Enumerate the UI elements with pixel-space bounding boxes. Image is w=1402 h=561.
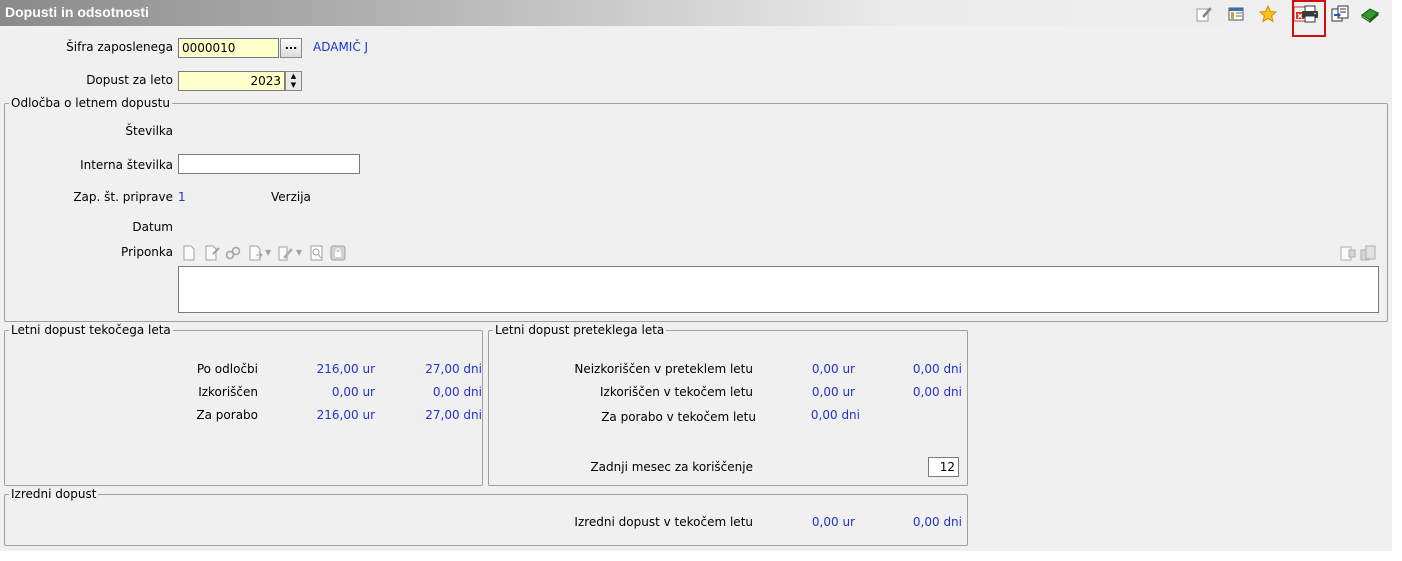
extra-leave-legend: Izredni dopust — [9, 487, 99, 501]
unused-days: 0,00 dni — [912, 362, 962, 376]
internal-number-input[interactable] — [178, 154, 360, 174]
star-icon[interactable] — [1258, 4, 1278, 24]
extra-days: 0,00 dni — [912, 515, 962, 529]
za-porabo-days: 27,00 dni — [425, 408, 482, 422]
po-odlocbi-label: Po odločbi — [196, 362, 258, 376]
spin-up-icon[interactable]: ▲ — [286, 72, 301, 81]
po-odlocbi-hours: 216,00 ur — [316, 362, 375, 376]
year-label: Dopust za leto — [86, 73, 173, 87]
used-hours: 0,00 ur — [811, 385, 855, 399]
browse-button[interactable]: ... — [280, 38, 302, 58]
avail-days: 0,00 dni — [810, 408, 860, 422]
version-label: Verzija — [271, 190, 311, 204]
extra-label: Izredni dopust v tekočem letu — [574, 515, 753, 529]
internal-number-label: Interna številka — [80, 158, 173, 172]
edit-icon[interactable] — [1194, 4, 1214, 24]
export-icon[interactable] — [1330, 4, 1350, 24]
link-document-icon[interactable] — [225, 245, 241, 261]
attachment-label: Priponka — [121, 245, 173, 259]
lock-icon[interactable] — [330, 245, 346, 261]
year-input[interactable] — [178, 71, 285, 91]
edit-document-icon[interactable] — [277, 245, 293, 261]
za-porabo-label: Za porabo — [196, 408, 258, 422]
employee-label: Šifra zaposlenega — [66, 40, 173, 54]
window-title: Dopusti in odsotnosti — [5, 4, 149, 20]
main-panel: Dopusti in odsotnosti Šifra zaposlenega … — [0, 0, 1392, 551]
used-label: Izkoriščen v tekočem letu — [600, 385, 753, 399]
export-attachment-icon[interactable] — [1360, 245, 1376, 261]
book-icon[interactable] — [1360, 4, 1380, 24]
title-bar: Dopusti in odsotnosti — [0, 0, 1392, 26]
avail-label: Za porabo v tekočem letu — [601, 410, 756, 424]
scan-document-icon[interactable] — [204, 245, 220, 261]
current-leave-legend: Letni dopust tekočega leta — [9, 323, 173, 337]
date-label: Datum — [132, 220, 173, 234]
za-porabo-hours: 216,00 ur — [316, 408, 375, 422]
open-document-icon[interactable] — [248, 245, 264, 261]
izkoriscen-hours: 0,00 ur — [331, 385, 375, 399]
po-odlocbi-days: 27,00 dni — [425, 362, 482, 376]
extra-hours: 0,00 ur — [811, 515, 855, 529]
search-document-icon[interactable] — [309, 245, 325, 261]
spin-down-icon[interactable]: ▼ — [286, 81, 301, 90]
import-attachment-icon[interactable] — [1340, 245, 1356, 261]
lastmonth-label: Zadnji mesec za koriščenje — [590, 460, 753, 474]
printer-highlight — [1292, 0, 1326, 37]
decision-legend: Odločba o letnem dopustu — [9, 96, 172, 110]
previous-leave-legend: Letni dopust preteklega leta — [493, 323, 667, 337]
unused-label: Neizkoriščen v preteklem letu — [574, 362, 753, 376]
izkoriscen-label: Izkoriščen — [198, 385, 258, 399]
seq-value: 1 — [178, 190, 186, 204]
employee-code-input[interactable] — [178, 38, 279, 58]
used-days: 0,00 dni — [912, 385, 962, 399]
izkoriscen-days: 0,00 dni — [432, 385, 482, 399]
number-label: Številka — [125, 124, 173, 138]
year-spinner[interactable]: ▲ ▼ — [285, 71, 302, 91]
seq-label: Zap. št. priprave — [73, 190, 173, 204]
new-document-icon[interactable] — [181, 245, 197, 261]
attachment-area[interactable] — [178, 266, 1379, 313]
employee-name: ADAMIČ J — [313, 40, 369, 54]
columns-icon[interactable] — [1226, 4, 1246, 24]
unused-hours: 0,00 ur — [811, 362, 855, 376]
lastmonth-input[interactable] — [928, 457, 959, 477]
